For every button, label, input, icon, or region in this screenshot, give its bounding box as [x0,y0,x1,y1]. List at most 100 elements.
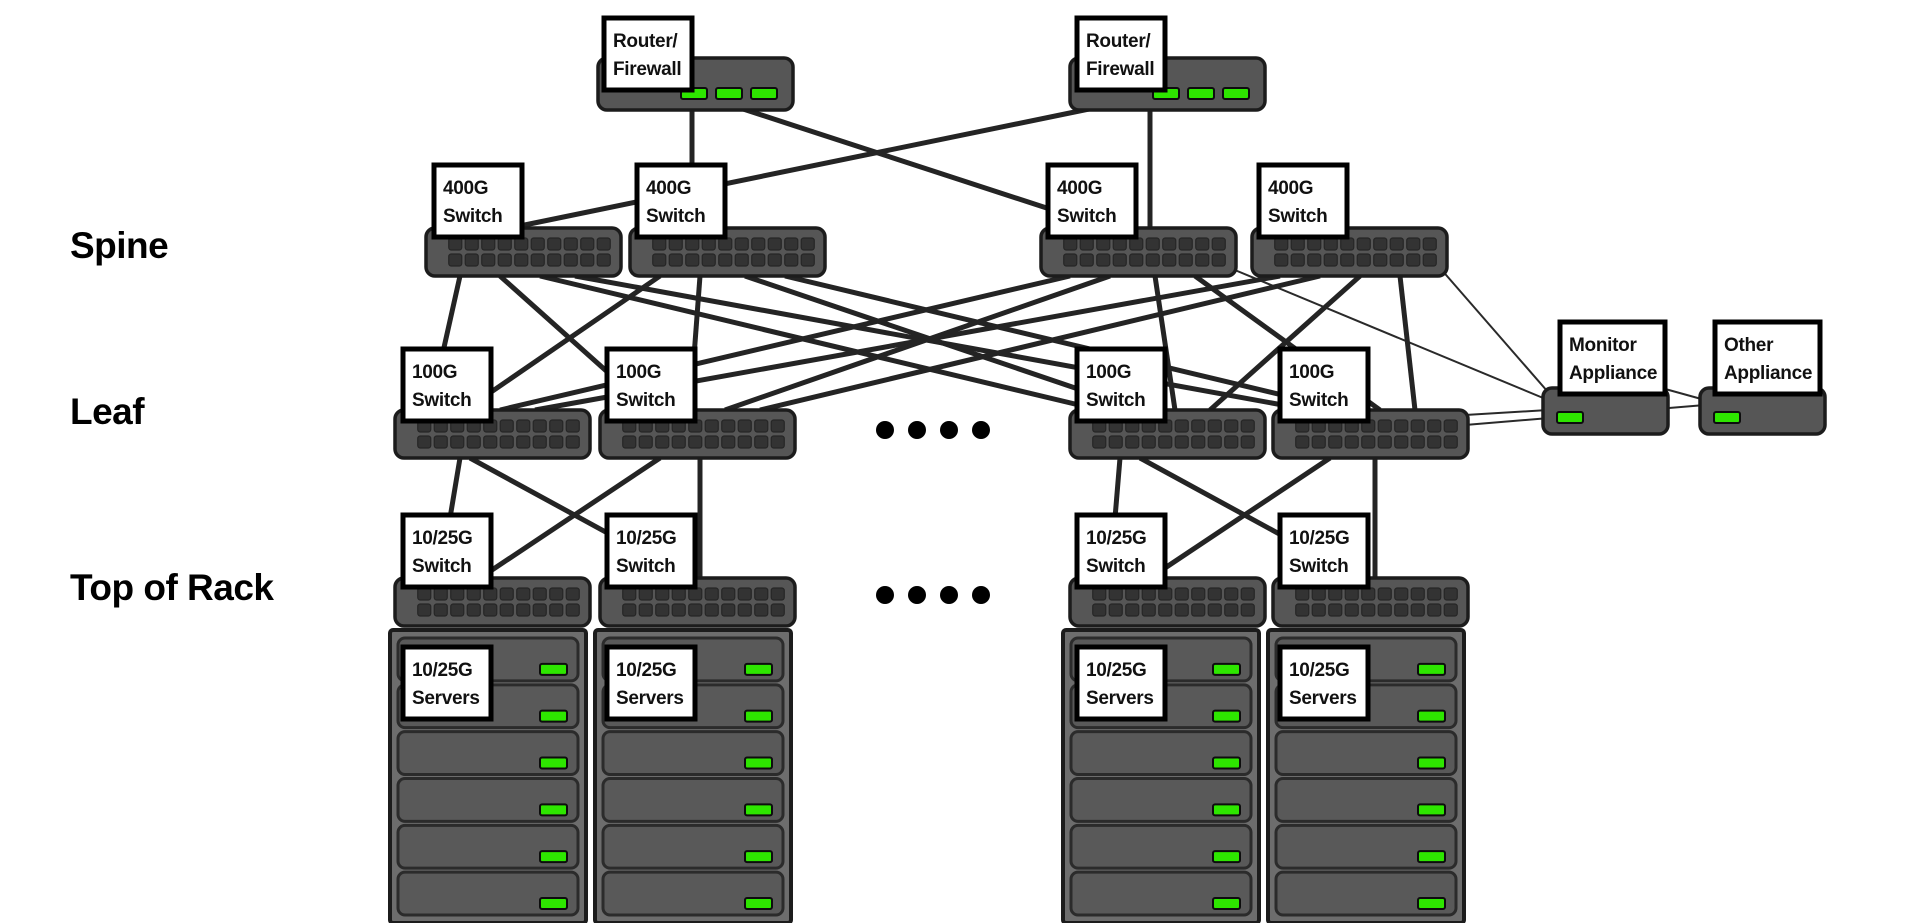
spine-2-port [784,237,799,251]
router-1-label-line1: Router/ [613,31,678,52]
leaf-2-port [737,419,752,433]
spine-1-port [464,237,479,251]
spine-3-port [1063,237,1078,251]
ellipsis-tor-dot [876,586,894,604]
leaf-4-port [1427,419,1442,433]
spine-1-label: 400G Switch [431,162,525,240]
leaf-4-port [1361,435,1376,449]
spine-2-port [800,253,815,267]
tor-4-port [1328,603,1343,617]
network-link-leaf-4-to-appliance-monitor [1464,409,1549,416]
spine-1-port [530,253,545,267]
spine-1-port [481,253,496,267]
tor-4-port [1410,603,1425,617]
tor-2-port [721,587,736,601]
rack-1-label-line2: Servers [412,688,480,709]
tier-tor: Top of Rack [70,567,274,608]
ellipsis-tor-dot [908,586,926,604]
tor-4-port [1328,587,1343,601]
spine-2-port [652,253,667,267]
ellipsis-layer [876,421,990,604]
spine-4-label-line1: 400G [1268,178,1313,199]
tor-3-port [1141,603,1156,617]
leaf-1-port [532,435,547,449]
tor-3-port [1158,603,1173,617]
rack-2-server-led [744,709,773,723]
tor-2-port [688,587,703,601]
spine-1-port [563,253,578,267]
leaf-1-port [549,419,564,433]
leaf-1-port [499,419,514,433]
tor-4-label: 10/25G Switch [1277,512,1371,590]
leaf-3-port [1125,435,1140,449]
appliance-monitor-label-line1: Monitor [1569,335,1637,356]
router-2-label-line1: Router/ [1086,31,1151,52]
tor-4-port [1427,587,1442,601]
tor-4-port [1344,603,1359,617]
tor-2-port [770,587,785,601]
tor-2-port [737,603,752,617]
tor-1-port [433,603,448,617]
rack-2-server-led [744,897,773,910]
leaf-1-label-line1: 100G [412,362,457,383]
tor-1-port [499,603,514,617]
tor-3-port [1141,587,1156,601]
tor-4-label-line1: 10/25G [1289,528,1350,549]
spine-2-port [800,237,815,251]
router-2-label: Router/Firewall [1074,15,1168,93]
spine-4-port [1389,253,1404,267]
tor-1-port [433,587,448,601]
spine-1-port [547,237,562,251]
spine-3-port [1211,237,1226,251]
spine-2-port [751,253,766,267]
tor-2-port [688,603,703,617]
leaf-3-port [1174,419,1189,433]
spine-4-port [1389,237,1404,251]
spine-1-port [596,237,611,251]
leaf-4-port [1443,419,1458,433]
tor-2-port [622,587,637,601]
leaf-1-label: 100G Switch [400,346,494,424]
leaf-1-port [433,435,448,449]
tor-2-port [671,587,686,601]
spine-4-port [1340,253,1355,267]
spine-2-port [784,253,799,267]
router-1-label-line2: Firewall [613,59,681,80]
ellipsis-tor [876,586,990,604]
spine-4-port [1307,237,1322,251]
spine-4-port [1406,253,1421,267]
spine-3-port [1129,237,1144,251]
rack-4-label-line1: 10/25G [1289,660,1350,681]
spine-1-port [530,237,545,251]
leaf-2-port [638,435,653,449]
leaf-3-label-line1: 100G [1086,362,1131,383]
leaf-3-port [1108,435,1123,449]
tor-3-port [1224,603,1239,617]
leaf-4-port [1443,435,1458,449]
tor-1-port [549,603,564,617]
spine-1-port [448,253,463,267]
rack-2-label: 10/25G Servers [604,644,698,722]
rack-3-label-line2: Servers [1086,688,1154,709]
spine-1-port [464,253,479,267]
tor-4-port [1311,587,1326,601]
tor-4-port [1377,587,1392,601]
tor-3-port [1125,587,1140,601]
spine-4-port [1356,237,1371,251]
tor-1-port [483,587,498,601]
leaf-4-port [1377,435,1392,449]
spine-3-port [1112,237,1127,251]
network-link-spine-2-to-leaf-4 [784,273,1346,413]
rack-3-server-led [1212,850,1241,864]
tor-2-port [655,603,670,617]
spine-1-label-line2: Switch [443,206,502,227]
rack-3-server-led [1212,709,1241,723]
leaf-4-port [1394,419,1409,433]
appliance-other-label: Other Appliance [1712,319,1823,397]
tor-3-port [1240,587,1255,601]
spine-3-label-line2: Switch [1057,206,1116,227]
leaf-3-label-line2: Switch [1086,390,1145,411]
spine-3-port [1178,237,1193,251]
leaf-2-port [770,435,785,449]
spine-2-label-line2: Switch [646,206,705,227]
